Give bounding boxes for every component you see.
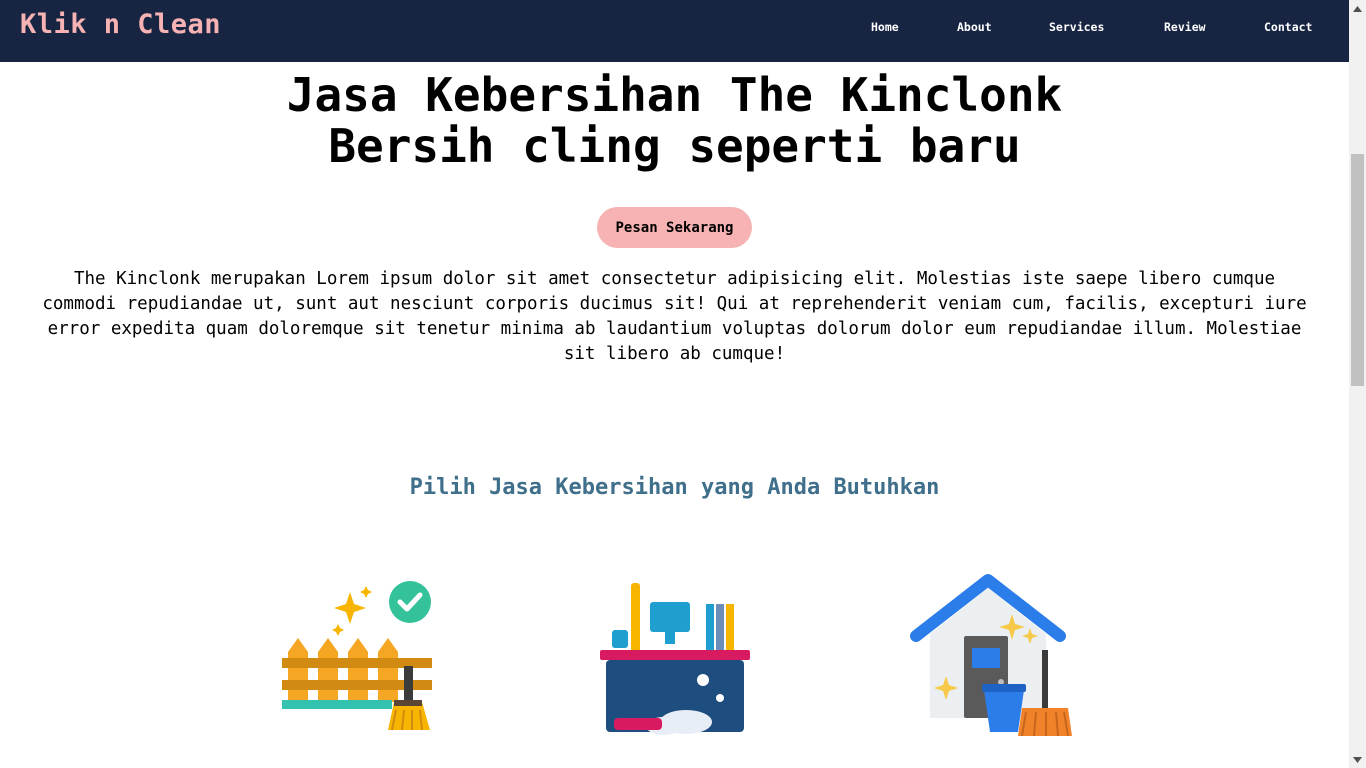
brand-logo[interactable]: Klik n Clean	[20, 9, 221, 40]
hero-title-line-2: Bersih cling seperti baru	[328, 119, 1021, 173]
order-now-button[interactable]: Pesan Sekarang	[597, 207, 752, 248]
scroll-down-arrow-icon[interactable]	[1349, 751, 1366, 768]
hero-title-line-1: Jasa Kebersihan The Kinclonk	[286, 68, 1063, 122]
page: Klik n Clean Home About Services Review …	[0, 0, 1366, 768]
nav-link-services[interactable]: Services	[1049, 20, 1104, 34]
nav-link-home[interactable]: Home	[871, 20, 899, 34]
house-cleaning-icon[interactable]	[910, 572, 1076, 742]
scroll-up-arrow-icon[interactable]	[1349, 0, 1366, 17]
vertical-scrollbar[interactable]	[1349, 0, 1366, 768]
nav-link-contact[interactable]: Contact	[1264, 20, 1312, 34]
nav-link-review[interactable]: Review	[1164, 20, 1206, 34]
services-section-title: Pilih Jasa Kebersihan yang Anda Butuhkan	[409, 475, 940, 500]
hero-description: The Kinclonk merupakan Lorem ipsum dolor…	[42, 269, 1307, 364]
office-cleaning-icon[interactable]	[598, 580, 754, 736]
navbar: Klik n Clean Home About Services Review …	[0, 0, 1349, 62]
fence-cleaning-icon[interactable]	[280, 580, 436, 736]
hero-title: Jasa Kebersihan The Kinclonk Bersih clin…	[0, 70, 1349, 172]
scrollbar-thumb[interactable]	[1351, 154, 1364, 386]
nav-link-about[interactable]: About	[957, 20, 992, 34]
